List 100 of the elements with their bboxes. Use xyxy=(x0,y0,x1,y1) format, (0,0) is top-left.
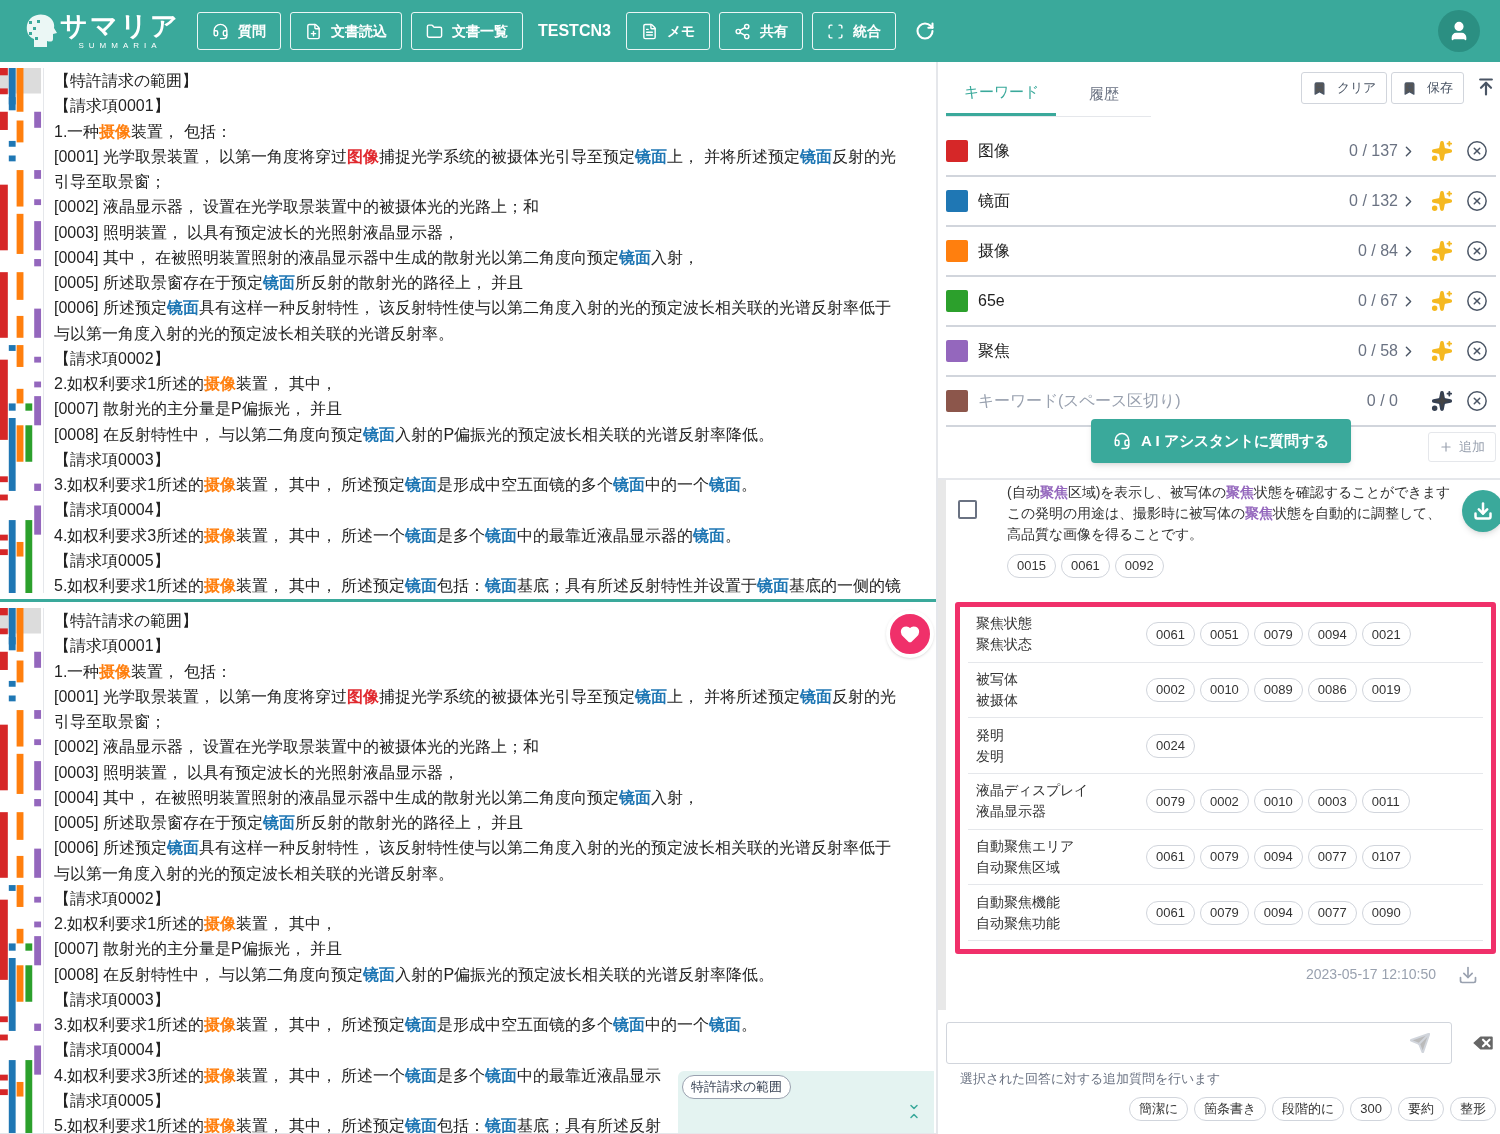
reference-chip[interactable]: 0010 xyxy=(1253,789,1303,814)
user-avatar[interactable] xyxy=(1438,10,1480,52)
term-chinese: 聚焦状态 xyxy=(976,635,1033,655)
term-chinese: 发明 xyxy=(976,746,1005,766)
keyword-input[interactable]: キーワード(スペース区切り) xyxy=(978,389,1367,413)
reference-chip[interactable]: 0002 xyxy=(1146,678,1195,703)
reference-chip[interactable]: 0061 xyxy=(1146,845,1195,870)
document-line: 【請求項0002】 xyxy=(54,888,170,909)
document-line: 【請求項0004】 xyxy=(54,500,170,521)
reference-chip[interactable]: 0061 xyxy=(1060,554,1110,578)
document-line: 2.如权利要求1所述的摄像装置， 其中， xyxy=(54,374,337,394)
reference-chip[interactable]: 0079 xyxy=(1253,622,1303,647)
keyword-color[interactable] xyxy=(946,390,968,412)
document-line: 【請求項0005】 xyxy=(54,550,170,571)
upload-icon[interactable] xyxy=(1476,77,1496,97)
document-line: [0001] 光学取景装置， 以第一角度将穿过图像捕捉光学系统的被摄体光引导至预定镜面上， 并将所述预定镜面反射的光 xyxy=(54,686,896,707)
prompt-chip[interactable]: 整形 xyxy=(1450,1096,1496,1121)
reference-chip[interactable]: 0079 xyxy=(1146,789,1195,814)
prompt-chip[interactable]: 要約 xyxy=(1398,1096,1444,1121)
document-line: 3.如权利要求1所述的摄像装置， 其中， 所述预定镜面是形成中空五面镜的多个镜面中的一个镜面。 xyxy=(54,475,758,495)
reference-chip[interactable]: 0021 xyxy=(1361,622,1411,647)
keyword-color[interactable] xyxy=(946,340,968,362)
reference-chip[interactable]: 0089 xyxy=(1253,678,1303,703)
reference-chip[interactable]: 0051 xyxy=(1199,622,1249,647)
bookmark-icon xyxy=(1402,80,1417,96)
prompt-chip[interactable]: 段階的に xyxy=(1272,1096,1345,1121)
reference-chip[interactable]: 0094 xyxy=(1307,622,1357,647)
document-name: TESTCN3 xyxy=(537,21,612,41)
prompt-chip[interactable]: 300 xyxy=(1350,1096,1392,1121)
download-icon[interactable] xyxy=(1458,964,1478,985)
document-line: [0008] 在反射特性中， 与以第二角度向预定镜面入射的P偏振光的预定波长相关联的光谱反射率降低。 xyxy=(54,424,775,445)
document-line: 【請求項0001】 xyxy=(54,96,170,117)
document-line: [0007] 散射光的主分量是P偏振光， 并且 xyxy=(54,399,343,420)
document-icon xyxy=(640,22,658,40)
question-input[interactable] xyxy=(946,1022,1452,1064)
document-line: [0002] 液晶显示器， 设置在光学取景装置中的被摄体光的光路上；和 xyxy=(54,737,540,758)
reference-chip[interactable]: 0107 xyxy=(1361,845,1411,870)
timestamp: 2023-05-17 12:10:50 xyxy=(1306,965,1436,985)
term-japanese: 被写体 xyxy=(976,670,1019,690)
document-line: 5.如权利要求1所述的摄像装置， 其中， 所述预定镜面包括：镜面基底；具有所述反射 xyxy=(54,1116,662,1133)
reference-chip[interactable]: 0061 xyxy=(1146,622,1195,647)
reference-chip[interactable]: 0002 xyxy=(1199,789,1249,814)
panel-button[interactable]: クリア xyxy=(1301,72,1387,104)
document-line: [0004] 其中， 在被照明装置照射的液晶显示器中生成的散射光以第二角度向预定镜面入射， xyxy=(54,247,700,268)
document-line: 4.如权利要求3所述的摄像装置， 其中， 所述一个镜面是多个镜面中的最靠近液晶显示器的镜面。 xyxy=(54,525,742,546)
keyword-color[interactable] xyxy=(946,290,968,312)
reference-chip[interactable]: 0079 xyxy=(1199,900,1249,925)
reference-chip[interactable]: 0011 xyxy=(1361,789,1410,814)
section-chip[interactable]: 特許請求の範囲 xyxy=(682,1075,791,1099)
reference-chip[interactable]: 0077 xyxy=(1307,845,1357,870)
input-hint: 選択された回答に対する追加質問を行います xyxy=(960,1071,1221,1088)
document-line: [0001] 光学取景装置， 以第一角度将穿过图像捕捉光学系统的被摄体光引导至预定镜面上， 并将所述预定镜面反射的光 xyxy=(54,146,896,167)
reference-chip[interactable]: 0024 xyxy=(1146,733,1195,758)
keyword-color[interactable] xyxy=(946,240,968,262)
prompt-chip[interactable]: 箇条書き xyxy=(1194,1096,1267,1121)
reference-chip[interactable]: 0015 xyxy=(1007,554,1056,578)
headset-icon xyxy=(1113,432,1132,450)
reference-chip[interactable]: 0086 xyxy=(1307,678,1357,703)
keyword-name: 聚焦 xyxy=(978,341,1011,361)
share-icon xyxy=(733,22,751,40)
logo-subtitle: SUMMARIA xyxy=(78,41,162,50)
folder-icon xyxy=(426,22,443,40)
panel-button[interactable]: 保存 xyxy=(1391,72,1464,104)
reference-chip[interactable]: 0094 xyxy=(1253,845,1303,870)
reference-chip[interactable]: 0092 xyxy=(1114,554,1164,578)
keyword-name: 摄像 xyxy=(978,241,1011,261)
document-line: 【特許請求の範囲】 xyxy=(54,71,198,91)
document-line: 1.一种摄像装置， 包括： xyxy=(54,661,232,682)
answer-checkbox[interactable] xyxy=(958,500,977,519)
download-button[interactable] xyxy=(1462,490,1500,532)
keyword-count: 0 / 132 xyxy=(1349,191,1398,211)
term-japanese: 発明 xyxy=(976,725,1005,745)
document-line: 引导至取景窗； xyxy=(54,712,166,732)
document-line: 【請求項0001】 xyxy=(54,636,170,657)
sparkle-icon[interactable] xyxy=(1431,390,1453,412)
close-icon[interactable] xyxy=(1466,390,1488,412)
close-icon[interactable] xyxy=(1466,190,1488,212)
refresh-icon[interactable] xyxy=(914,21,935,41)
keyword-color[interactable] xyxy=(946,140,968,162)
reference-chip[interactable]: 0061 xyxy=(1146,900,1195,925)
reference-chip[interactable]: 0003 xyxy=(1307,789,1357,814)
document-line: 引导至取景窗； xyxy=(54,172,166,192)
answer-text: 高品質な画像を得ることです。 xyxy=(1007,525,1203,544)
document-line: [0003] 照明装置， 以具有预定波长的光照射液晶显示器， xyxy=(54,222,460,243)
reference-chip[interactable]: 0094 xyxy=(1253,900,1303,925)
close-icon[interactable] xyxy=(1466,290,1488,312)
keyword-color[interactable] xyxy=(946,190,968,212)
reference-chip[interactable]: 0010 xyxy=(1199,678,1249,703)
reference-chip[interactable]: 0019 xyxy=(1361,678,1411,703)
close-icon[interactable] xyxy=(1466,240,1488,262)
prompt-chip[interactable]: 簡潔に xyxy=(1129,1096,1189,1121)
close-icon[interactable] xyxy=(1466,140,1488,162)
document-line: 与以第一角度入射的光的预定波长相关联的光谱反射率。 xyxy=(54,323,454,344)
reference-chip[interactable]: 0090 xyxy=(1361,900,1411,925)
reference-chip[interactable]: 0079 xyxy=(1199,845,1249,870)
close-icon[interactable] xyxy=(1466,340,1488,362)
reference-chip[interactable]: 0077 xyxy=(1307,900,1357,925)
document-line: [0003] 照明装置， 以具有预定波长的光照射液晶显示器， xyxy=(54,762,460,783)
keyword-name: 65e xyxy=(978,291,1006,311)
panel-tab[interactable]: 履歴 xyxy=(1056,72,1151,116)
